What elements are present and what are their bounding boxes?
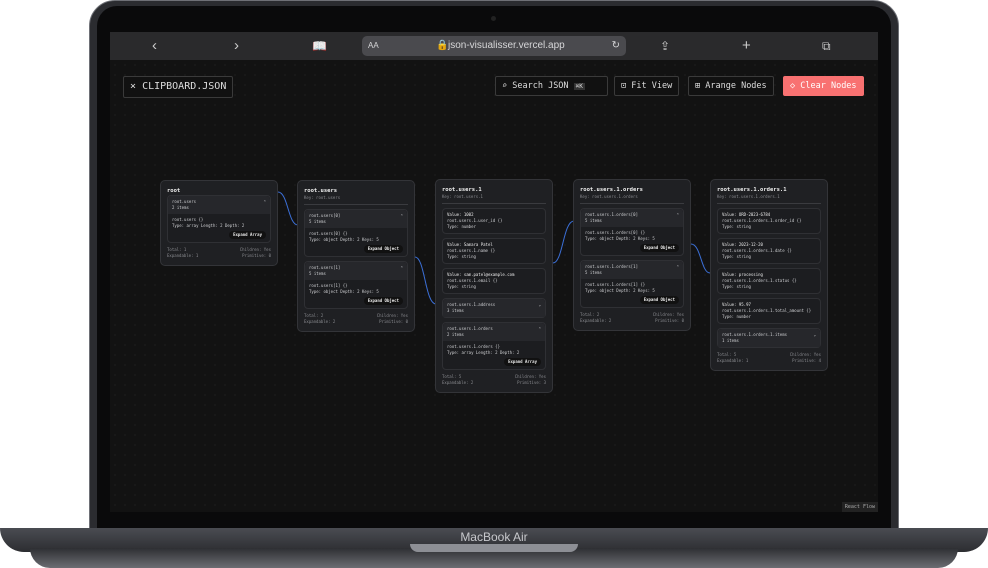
card-count: 5 items <box>585 218 602 223</box>
reader-aa-button[interactable]: AA <box>368 36 379 56</box>
type: Type: array Length: 2 Depth: 2 <box>172 223 245 228</box>
device-label: MacBook Air <box>460 530 528 544</box>
camera <box>491 16 496 21</box>
chevron-up-icon[interactable]: ⌃ <box>401 265 403 271</box>
type: Type: number <box>722 314 751 319</box>
stat: Expandable: 1 <box>717 358 749 363</box>
canvas[interactable]: × CLIPBOARD.JSON ⌕ Search JSON ⌘K ⊡ Fit … <box>110 60 878 512</box>
expand-button[interactable]: Expand Array <box>504 358 541 366</box>
type: Type: number <box>447 224 476 229</box>
value-card: Value: sam.patel@example.com root.users.1… <box>442 268 546 294</box>
stat: Expandable: 2 <box>580 318 612 323</box>
screen: ‹ › 📖 AA 🔒 json-visualisser.vercel.app ↻… <box>110 32 878 512</box>
expand-button[interactable]: Expand Object <box>363 297 403 305</box>
stat: Primitive: 4 <box>792 358 821 363</box>
chevron-down-icon[interactable]: ⌄ <box>814 332 816 338</box>
share-icon[interactable]: ⇪ <box>660 37 670 55</box>
child-card: root.users.1.orders 2 items ⌃ root.users.1.… <box>442 322 546 370</box>
lid-notch <box>410 544 578 552</box>
type: Type: string <box>722 254 751 259</box>
chevron-up-icon[interactable]: ⌃ <box>401 213 403 219</box>
type: Type: object Depth: 2 Keys: 5 <box>585 288 655 293</box>
json-node[interactable]: root.users.1.orders Key: root.users.1.ord… <box>573 179 691 331</box>
json-node[interactable]: root.users.1 Key: root.users.1 Value: 1002… <box>435 179 553 393</box>
child-card: root.users[0] 5 items ⌃ root.users[0] {} Typ… <box>304 209 408 257</box>
card-count: 2 items <box>447 332 464 337</box>
screen-chin <box>97 512 891 528</box>
chevron-down-icon[interactable]: ⌄ <box>539 302 541 308</box>
value-card: Value: processing root.users.1.orders.1.s… <box>717 268 821 294</box>
reload-icon[interactable]: ↻ <box>612 36 620 56</box>
node-title: root.users.1.orders.1 <box>717 187 787 193</box>
node-title: root.users.1 <box>442 187 482 193</box>
type: Type: string <box>447 284 476 289</box>
child-card: root.users 2 items ⌃ root.users {} Type: arr… <box>167 195 271 243</box>
node-key: Key: root.users <box>304 195 408 205</box>
value-card: Value: Samara Patel root.users.1.name {} T… <box>442 238 546 264</box>
chevron-right-icon[interactable]: › <box>234 37 239 55</box>
node-key: Key: root.users.1 <box>442 194 546 204</box>
child-card: root.users.1.orders[0] 5 items ⌃ root.users… <box>580 208 684 256</box>
lock-icon: 🔒 <box>436 40 449 51</box>
json-node[interactable]: root root.users 2 items ⌃ root.users {} Type:… <box>160 180 278 266</box>
chevron-up-icon[interactable]: ⌃ <box>677 212 679 218</box>
stat: Expandable: 1 <box>167 253 199 258</box>
book-icon[interactable]: 📖 <box>312 37 327 55</box>
chevron-up-icon[interactable]: ⌃ <box>264 199 266 205</box>
react-flow-attribution[interactable]: React Flow <box>841 502 878 512</box>
child-card: root.users[1] 5 items ⌃ root.users[1] {} Typ… <box>304 261 408 309</box>
edge <box>690 243 711 274</box>
value-card: Value: 2023-12-20 root.users.1.orders.1.d… <box>717 238 821 264</box>
expand-button[interactable]: Expand Object <box>363 245 403 253</box>
edge <box>414 256 437 305</box>
edge <box>277 191 299 226</box>
browser-toolbar: ‹ › 📖 AA 🔒 json-visualisser.vercel.app ↻… <box>110 32 878 60</box>
node-key: Key: root.users.1.orders <box>580 194 684 204</box>
type: Type: object Depth: 2 Keys: 5 <box>309 237 379 242</box>
chevron-up-icon[interactable]: ⌃ <box>677 264 679 270</box>
expand-button[interactable]: Expand Object <box>639 296 679 304</box>
json-node[interactable]: root.users.1.orders.1 Key: root.users.1.o… <box>710 179 828 371</box>
edge <box>552 220 575 264</box>
stat: Expandable: 2 <box>442 380 474 385</box>
card-count: 5 items <box>585 270 602 275</box>
type: Type: string <box>722 224 751 229</box>
chevron-up-icon[interactable]: ⌃ <box>539 326 541 332</box>
url-text[interactable]: json-visualisser.vercel.app <box>448 36 565 56</box>
node-title: root.users.1.orders <box>580 187 643 193</box>
type: Type: object Depth: 2 Keys: 5 <box>309 289 379 294</box>
stat: Primitive: 0 <box>379 319 408 324</box>
type: Type: string <box>447 254 476 259</box>
collapsed-card[interactable]: root.users.1.address 3 items ⌄ <box>442 298 546 318</box>
chevron-left-icon[interactable]: ‹ <box>152 37 157 55</box>
value-card: Value: 95.97 root.users.1.orders.1.total_… <box>717 298 821 324</box>
node-title: root <box>167 188 181 194</box>
value-card: Value: 1002 root.users.1.user_id {} Type: … <box>442 208 546 234</box>
stat: Primitive: 3 <box>517 380 546 385</box>
stat: Expandable: 2 <box>304 319 336 324</box>
address-bar[interactable]: AA 🔒 json-visualisser.vercel.app ↻ <box>362 36 626 56</box>
type: Type: array Length: 2 Depth: 2 <box>447 350 520 355</box>
card-count: 3 items <box>447 308 464 313</box>
expand-button[interactable]: Expand Array <box>229 231 266 239</box>
plus-icon[interactable]: + <box>742 37 751 55</box>
node-key: Key: root.users.1.orders.1 <box>717 194 821 204</box>
child-card: root.users.1.orders[1] 5 items ⌃ root.users… <box>580 260 684 308</box>
expand-button[interactable]: Expand Object <box>639 244 679 252</box>
stat: Primitive: 0 <box>242 253 271 258</box>
card-count: 2 items <box>172 205 189 210</box>
type: Type: object Depth: 2 Keys: 5 <box>585 236 655 241</box>
type: Type: string <box>722 284 751 289</box>
json-node[interactable]: root.users Key: root.users root.users[0] 5 … <box>297 180 415 332</box>
node-title: root.users <box>304 188 338 194</box>
tabs-icon[interactable]: ⧉ <box>822 37 831 55</box>
stat: Primitive: 0 <box>655 318 684 323</box>
card-count: 1 items <box>722 338 739 343</box>
collapsed-card[interactable]: root.users.1.orders.1.items 1 items ⌄ <box>717 328 821 348</box>
card-count: 5 items <box>309 271 326 276</box>
card-count: 5 items <box>309 219 326 224</box>
value-card: Value: ORD-2023-6784 root.users.1.orders.… <box>717 208 821 234</box>
